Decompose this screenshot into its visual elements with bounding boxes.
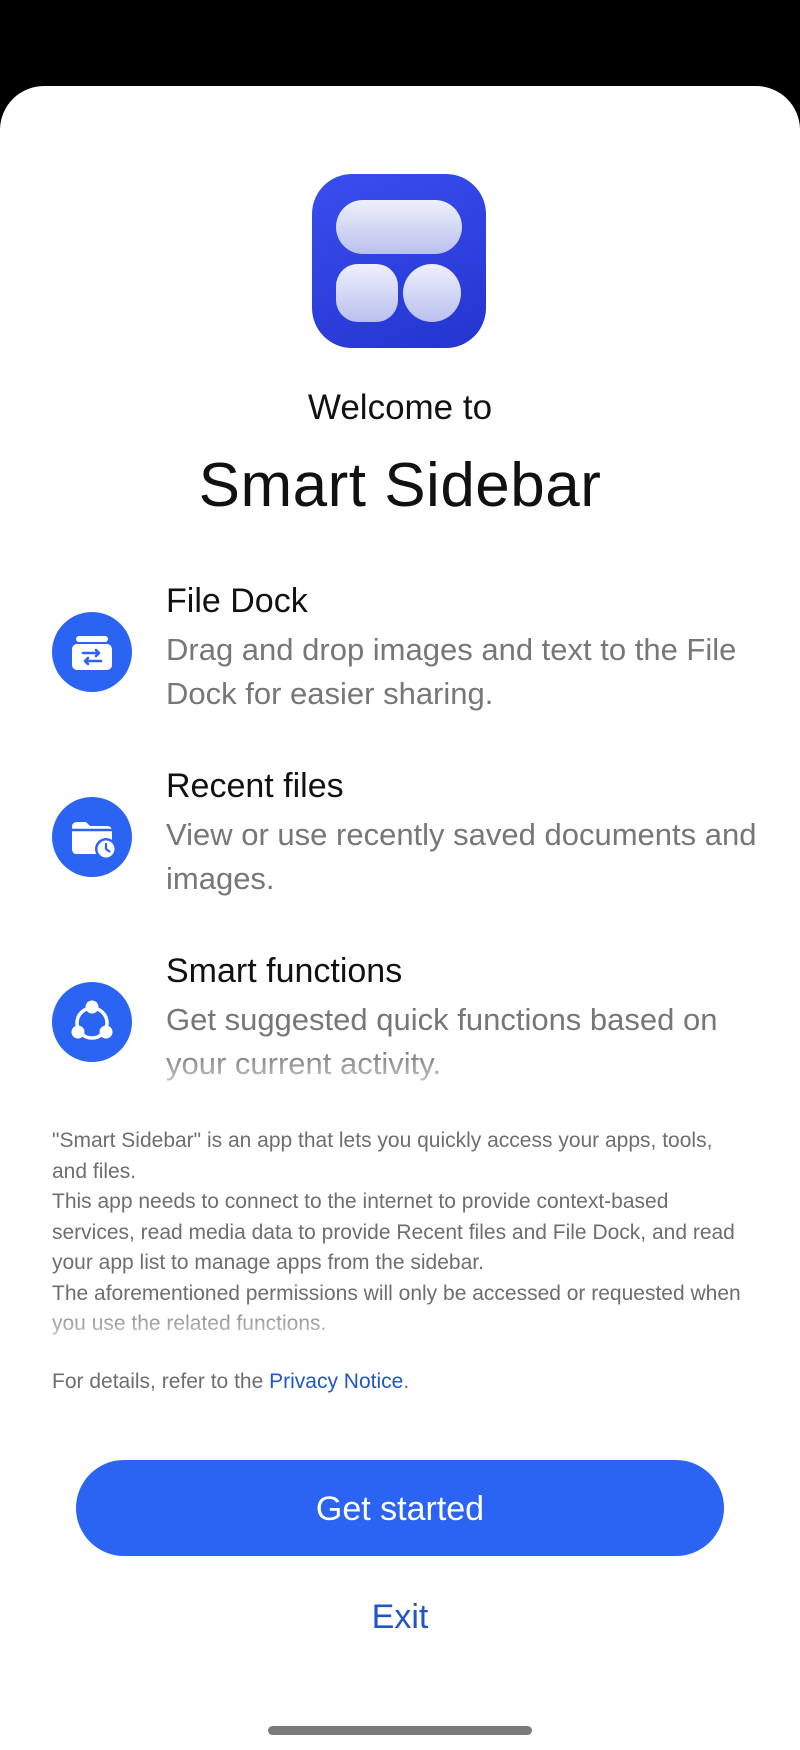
privacy-notice-link[interactable]: Privacy Notice (269, 1370, 403, 1393)
info-paragraph: The aforementioned permissions will only… (52, 1281, 741, 1336)
feature-title: Recent files (166, 767, 344, 805)
smart-sidebar-app-icon (312, 174, 486, 348)
status-bar (0, 0, 800, 88)
info-paragraph: This app needs to connect to the interne… (52, 1190, 735, 1274)
feature-description: View or use recently saved documents and… (166, 817, 757, 896)
privacy-prefix: For details, refer to the (52, 1370, 270, 1393)
app-title: Smart Sidebar (198, 451, 602, 520)
feature-description: Drag and drop images and text to the Fil… (166, 632, 737, 711)
info-paragraph: "Smart Sidebar" is an app that lets you … (52, 1129, 713, 1183)
file-dock-icon (52, 612, 132, 692)
privacy-suffix: . (403, 1370, 410, 1393)
home-indicator[interactable] (268, 1726, 532, 1735)
feature-title: Smart functions (166, 952, 403, 990)
welcome-label: Welcome to (307, 388, 493, 427)
exit-button[interactable]: Exit (300, 1598, 500, 1637)
feature-description: Get suggested quick functions based on y… (166, 1002, 718, 1081)
welcome-sheet: Welcome to Smart Sidebar File Dock Drag … (0, 86, 800, 1750)
feature-title: File Dock (166, 582, 308, 620)
recent-files-icon (52, 797, 132, 877)
get-started-button[interactable]: Get started (76, 1460, 724, 1556)
privacy-notice-line: For details, refer to the Privacy Notice… (52, 1370, 409, 1394)
smart-functions-icon (52, 982, 132, 1062)
permissions-info: "Smart Sidebar" is an app that lets you … (52, 1126, 752, 1340)
